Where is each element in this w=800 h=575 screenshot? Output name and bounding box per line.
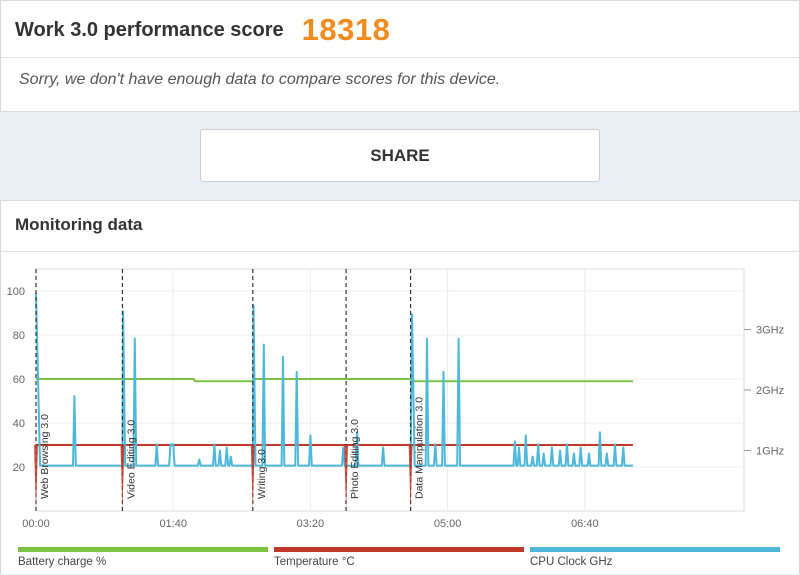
phase-label: Web Browsing 3.0 — [39, 414, 51, 499]
y-tick-left: 100 — [7, 286, 25, 298]
score-row: Work 3.0 performance score 18318 — [15, 7, 390, 53]
y-tick-right: 3GHz — [756, 325, 784, 337]
legend-label: Battery charge % — [18, 556, 106, 568]
share-button[interactable]: SHARE — [200, 129, 600, 182]
x-tick-label: 05:00 — [434, 518, 462, 530]
y-tick-right: 1GHz — [756, 446, 784, 458]
score-value: 18318 — [301, 12, 391, 47]
x-tick-label: 00:00 — [22, 518, 50, 530]
x-tick-label: 06:40 — [571, 518, 599, 530]
phase-label: Writing 3.0 — [256, 449, 268, 499]
monitoring-card: Monitoring data 20 40 60 80 100 00:00 01:40 03:… — [0, 200, 800, 574]
score-card: Work 3.0 performance score 18318 Sorry, … — [0, 0, 800, 112]
y-tick-left: 80 — [13, 330, 25, 342]
y-tick-left: 40 — [13, 418, 25, 430]
monitoring-chart: 20 40 60 80 100 00:00 01:40 03:20 05:00 06:40 1GHz… — [7, 268, 784, 568]
legend-label: Temperature °C — [274, 556, 355, 568]
score-divider — [1, 57, 799, 58]
y-tick-right: 2GHz — [756, 385, 784, 397]
legend-swatch — [18, 547, 268, 552]
phase-label: Data Manipulation 3.0 — [414, 397, 426, 499]
legend-swatch — [274, 547, 524, 552]
x-tick-label: 03:20 — [297, 518, 325, 530]
y-tick-left: 60 — [13, 374, 25, 386]
phase-label: Video Editing 3.0 — [125, 420, 137, 499]
score-note: Sorry, we don't have enough data to comp… — [19, 71, 501, 88]
legend-label: CPU Clock GHz — [530, 556, 613, 568]
plot-area — [35, 268, 745, 512]
legend-swatch — [530, 547, 780, 552]
score-title: Work 3.0 performance score — [15, 18, 284, 41]
y-tick-left: 20 — [13, 462, 25, 474]
phase-label: Photo Editing 3.0 — [349, 419, 361, 499]
x-tick-label: 01:40 — [159, 518, 187, 530]
